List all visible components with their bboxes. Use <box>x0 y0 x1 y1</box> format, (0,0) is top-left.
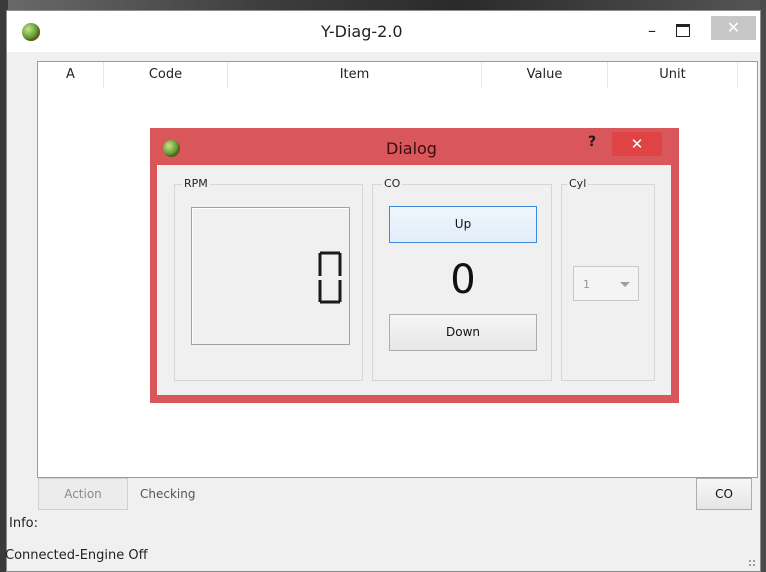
rpm-lcd-digit <box>318 251 342 304</box>
column-header-item[interactable]: Item <box>228 62 482 88</box>
co-value: 0 <box>450 257 476 303</box>
dialog-title: Dialog <box>386 139 437 158</box>
co-label: CO <box>382 177 403 190</box>
cyl-label: Cyl <box>567 177 589 190</box>
dropdown-arrow-icon <box>620 282 630 287</box>
dialog-body: RPM 0 CO Up 0 Down Cyl 1 <box>157 165 671 395</box>
co-button[interactable]: CO <box>696 478 752 510</box>
resize-grip-icon[interactable] <box>748 559 756 567</box>
help-button[interactable]: ? <box>588 134 596 150</box>
checking-status: Checking <box>140 487 196 501</box>
co-up-button[interactable]: Up <box>389 206 537 243</box>
close-button[interactable]: ✕ <box>711 16 756 40</box>
rpm-label: RPM <box>182 177 210 190</box>
app-icon[interactable] <box>22 23 40 41</box>
column-header-a[interactable]: A <box>38 62 104 88</box>
cyl-select-value: 1 <box>583 278 590 291</box>
info-label: Info: <box>9 516 38 531</box>
title-bar[interactable]: Y-Diag-2.0 – ✕ <box>7 11 760 52</box>
column-header-value[interactable]: Value <box>482 62 608 88</box>
column-header-unit[interactable]: Unit <box>608 62 738 88</box>
maximize-button[interactable] <box>667 20 697 42</box>
maximize-icon <box>676 24 690 37</box>
dialog-close-button[interactable]: ✕ <box>612 132 662 156</box>
co-down-button[interactable]: Down <box>389 314 537 351</box>
minimize-button[interactable]: – <box>637 20 667 42</box>
desktop-background <box>0 0 766 10</box>
window-title: Y-Diag-2.0 <box>321 22 403 41</box>
dialog-app-icon[interactable] <box>163 140 180 157</box>
status-bar-text: Connected-Engine Off <box>5 548 148 563</box>
action-button[interactable]: Action <box>38 478 128 510</box>
column-header-code[interactable]: Code <box>104 62 228 88</box>
rpm-lcd-display: 0 <box>191 207 350 345</box>
cyl-select[interactable]: 1 <box>573 266 639 301</box>
